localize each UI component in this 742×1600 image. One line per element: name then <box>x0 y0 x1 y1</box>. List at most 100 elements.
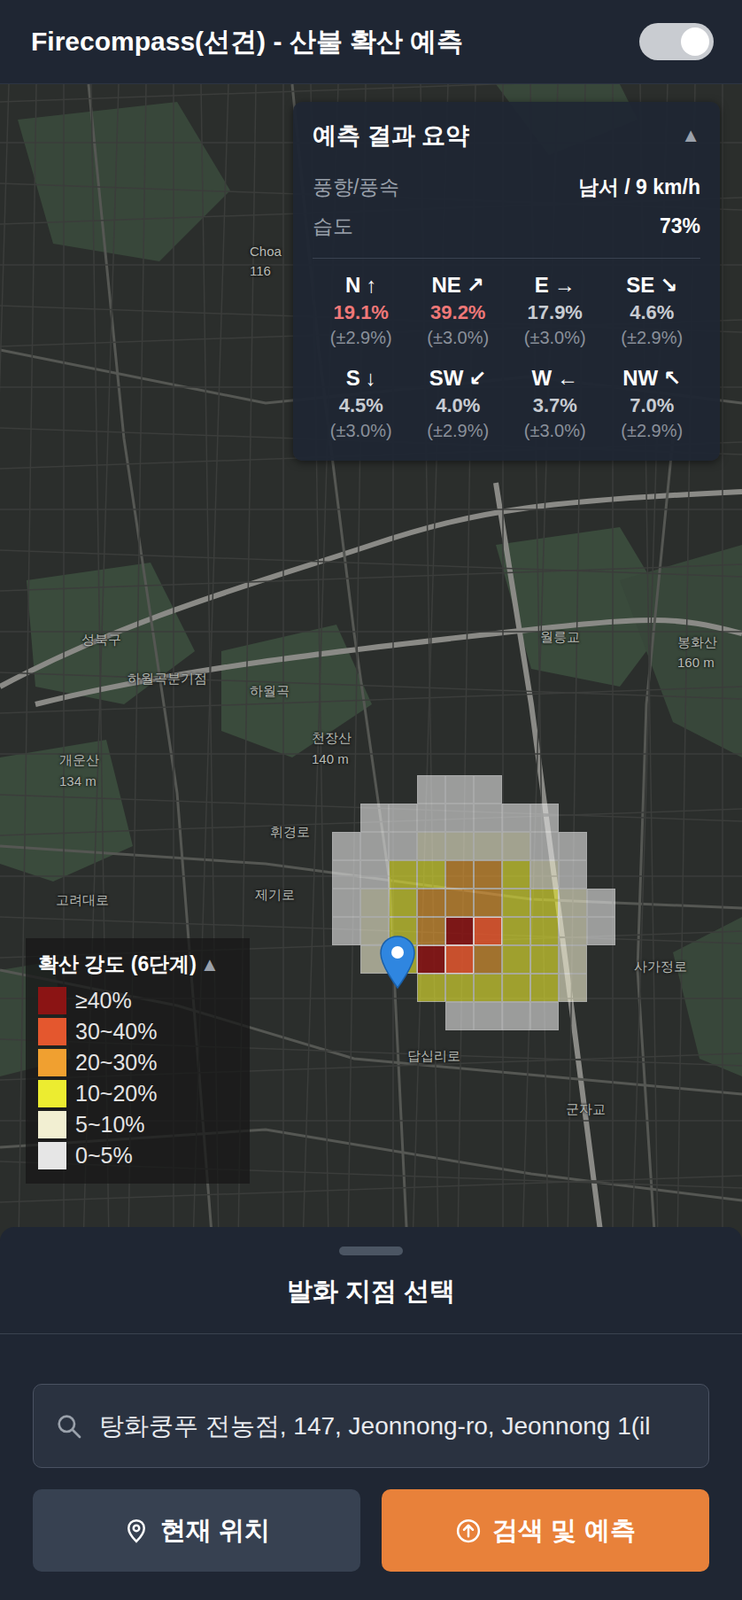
grid-cell <box>332 916 361 945</box>
direction-cell: S↓4.5%(±3.0%) <box>312 365 410 441</box>
grid-cell <box>473 944 503 974</box>
grid-cell <box>417 888 446 917</box>
direction-error: (±2.9%) <box>330 327 393 348</box>
grid-cell <box>388 803 418 832</box>
button-row: 현재 위치 검색 및 예측 <box>32 1488 710 1571</box>
direction-percent: 4.6% <box>629 301 674 325</box>
map-label: 휘경로 <box>270 823 310 841</box>
direction-percent: 17.9% <box>527 301 583 325</box>
grid-cell <box>473 831 503 860</box>
search-icon <box>54 1411 84 1440</box>
legend-swatch <box>38 986 67 1014</box>
grid-cell <box>332 859 361 889</box>
collapse-button[interactable]: ▲ <box>680 123 701 147</box>
grid-cell <box>558 774 588 804</box>
row-value: 73% <box>659 214 701 239</box>
grid-cell <box>530 774 559 804</box>
grid-cell <box>360 859 389 889</box>
grid-cell <box>417 1001 446 1030</box>
direction-cell: SW↙4.0%(±2.9%) <box>409 365 508 441</box>
grid-cell <box>445 1001 474 1030</box>
direction-cell: E→ 17.9%(±3.0%) <box>506 272 604 348</box>
grid-cell <box>558 831 588 860</box>
direction-label: N <box>345 272 361 298</box>
grid-cell <box>332 944 361 974</box>
current-location-button[interactable]: 현재 위치 <box>32 1488 361 1571</box>
summary-panel: 예측 결과 요약▲풍향/풍속남서 / 9 km/h습도73%N↑19.1%(±2… <box>293 101 720 461</box>
direction-arrow: ↑ <box>365 272 377 298</box>
direction-error: (±3.0%) <box>330 420 393 441</box>
grid-cell <box>360 973 389 1002</box>
grid-cell <box>587 774 616 804</box>
grid-cell <box>445 859 474 889</box>
direction-error: (±3.0%) <box>524 327 587 348</box>
direction-arrow: ↖ <box>663 365 681 391</box>
sheet-handle[interactable] <box>339 1245 403 1255</box>
grid-cell <box>530 803 559 832</box>
grid-cell <box>388 774 418 804</box>
search-predict-button[interactable]: 검색 및 예측 <box>381 1488 710 1571</box>
sheet-title: 발화 지점 선택 <box>0 1254 742 1334</box>
grid-cell <box>417 774 446 804</box>
grid-cell <box>445 803 474 832</box>
app-title: Firecompass(선견) - 산불 확산 예측 <box>30 23 464 61</box>
direction-error: (±2.9%) <box>426 420 489 441</box>
direction-arrow: → <box>554 272 576 298</box>
direction-head: NE↗ <box>432 272 485 298</box>
grid-cell <box>360 1001 389 1030</box>
panel-title: 예측 결과 요약 <box>312 119 470 152</box>
legend-swatch <box>38 1079 67 1107</box>
grid-cell <box>360 774 389 804</box>
direction-label: E <box>534 272 549 298</box>
grid-cell <box>417 831 446 860</box>
search-field[interactable] <box>32 1383 710 1468</box>
direction-label: SE <box>626 272 655 298</box>
direction-head: W← <box>531 365 579 391</box>
direction-arrow: ↙ <box>469 365 487 391</box>
grid-cell <box>502 944 531 974</box>
direction-cell: N↑ 19.1%(±2.9%) <box>312 272 410 348</box>
grid-cell <box>502 916 531 945</box>
summary-row: 습도73% <box>312 206 701 246</box>
direction-label: W <box>531 365 552 391</box>
direction-error: (±2.9%) <box>620 327 683 348</box>
grid-cell <box>473 859 503 889</box>
search-input[interactable] <box>97 1410 691 1441</box>
direction-percent: 3.7% <box>533 394 578 418</box>
legend-label: 20~30% <box>75 1049 157 1075</box>
grid-cell <box>445 973 474 1002</box>
grid-cell <box>473 1001 503 1030</box>
legend-label: 5~10% <box>75 1111 146 1137</box>
location-pin-icon[interactable] <box>378 934 417 990</box>
grid-cell <box>388 888 418 917</box>
grid-cell <box>530 859 559 889</box>
map-view[interactable]: Choa116성북구하월곡분기점하월곡천장산140 m개운산134 m월릉교봉화… <box>0 84 742 1241</box>
grid-cell <box>417 973 446 1002</box>
grid-cell <box>388 859 418 889</box>
legend-swatch <box>38 1048 67 1076</box>
legend-toggle[interactable]: ▲ <box>200 952 220 976</box>
grid-cell <box>502 803 531 832</box>
map-label: 군자교 <box>565 1100 606 1118</box>
grid-cell <box>360 916 389 945</box>
grid-cell <box>502 774 531 804</box>
map-label: 하월곡 <box>249 682 290 700</box>
grid-cell <box>502 888 531 917</box>
map-label: 사가정로 <box>633 958 688 975</box>
grid-cell <box>558 973 588 1002</box>
direction-head: S↓ <box>346 365 377 391</box>
spread-grid <box>332 774 616 1030</box>
grid-cell <box>332 973 361 1002</box>
grid-cell <box>473 803 503 832</box>
map-label: 월릉교 <box>540 628 580 646</box>
grid-cell <box>530 1001 559 1030</box>
bottom-sheet: 발화 지점 선택현재 위치 검색 및 예측 <box>0 1226 742 1600</box>
grid-cell <box>332 774 361 804</box>
app-header: Firecompass(선견) - 산불 확산 예측 <box>0 0 742 85</box>
view-toggle[interactable] <box>639 23 714 61</box>
button-label: 검색 및 예측 <box>492 1512 635 1548</box>
direction-percent: 19.1% <box>333 301 389 325</box>
grid-cell <box>332 831 361 860</box>
grid-cell <box>417 944 446 974</box>
grid-cell <box>502 973 531 1002</box>
